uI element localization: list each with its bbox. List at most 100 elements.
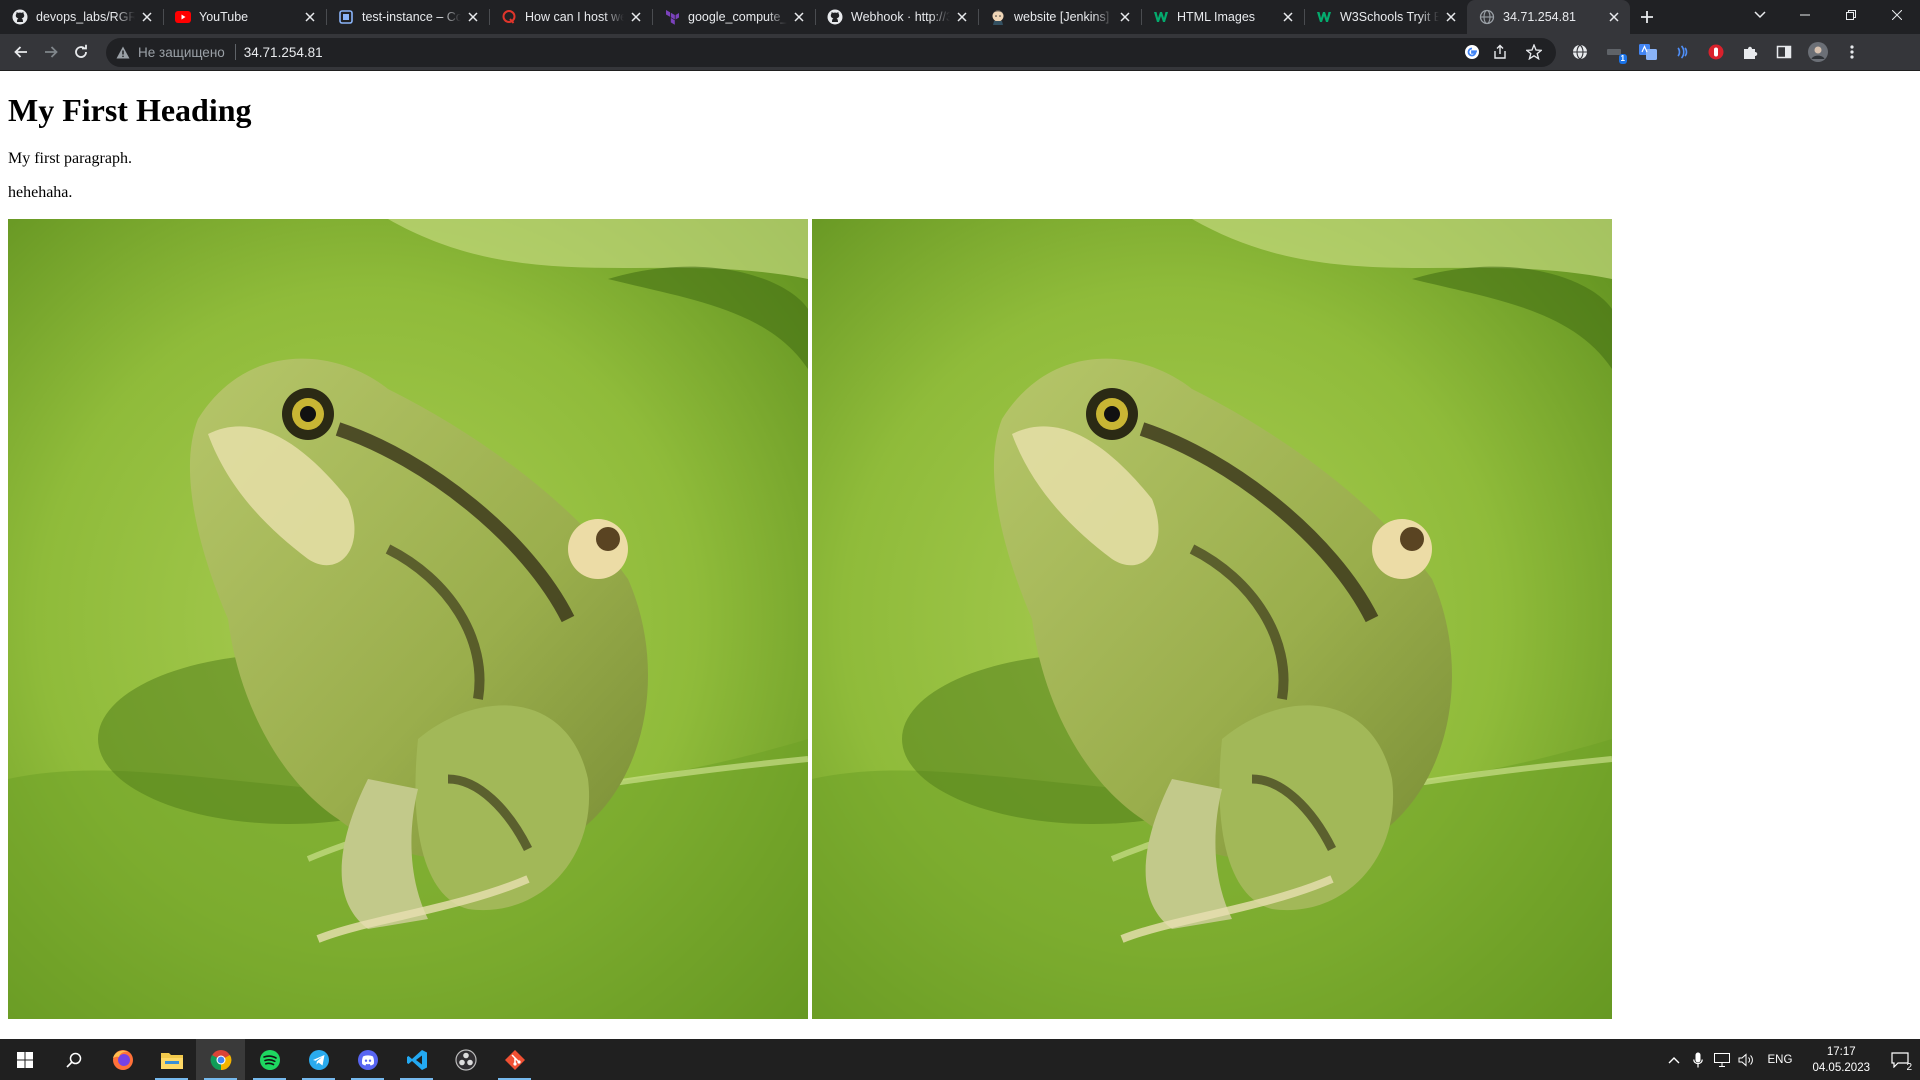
taskbar-vscode[interactable] [392, 1039, 441, 1080]
arrow-right-icon [45, 46, 58, 58]
close-icon[interactable] [1280, 9, 1296, 25]
close-icon[interactable] [1606, 9, 1622, 25]
extensions-menu-button[interactable] [1734, 37, 1766, 67]
telegram-icon [308, 1049, 329, 1070]
taskbar-chrome[interactable] [196, 1039, 245, 1080]
tab-devops-labs[interactable]: devops_labs/RGR at [0, 0, 163, 34]
tab-title: devops_labs/RGR at [36, 10, 135, 24]
start-button[interactable] [0, 1039, 49, 1080]
network-tray[interactable] [1710, 1039, 1734, 1080]
tab-youtube[interactable]: YouTube [163, 0, 326, 34]
close-icon[interactable] [1443, 9, 1459, 25]
taskbar-git-client[interactable] [490, 1039, 539, 1080]
arrow-left-icon [14, 46, 27, 58]
taskbar-firefox[interactable] [98, 1039, 147, 1080]
taskbar-file-explorer[interactable] [147, 1039, 196, 1080]
chevron-down-icon [1754, 11, 1766, 19]
tab-terraform[interactable]: google_compute_i [652, 0, 815, 34]
extension-with-badge[interactable]: 1 [1598, 37, 1630, 67]
profile-button[interactable] [1802, 37, 1834, 67]
browser-menu-button[interactable] [1836, 37, 1868, 67]
frog-image-left [8, 218, 808, 1019]
extensions-area: 1 [1564, 37, 1868, 67]
reload-button[interactable] [66, 37, 96, 67]
puzzle-icon [1744, 46, 1758, 59]
taskbar-obs[interactable] [441, 1039, 490, 1080]
page-heading: My First Heading [8, 92, 252, 128]
git-icon [504, 1049, 525, 1070]
tab-test-instance[interactable]: test-instance – Con [326, 0, 489, 34]
security-label: Не защищено [138, 44, 225, 60]
network-icon [1713, 1052, 1730, 1067]
tab-jenkins[interactable]: website [Jenkins] [978, 0, 1141, 34]
tab-active-ip[interactable]: 34.71.254.81 [1467, 0, 1630, 34]
reload-icon [75, 44, 87, 58]
vscode-icon [406, 1049, 427, 1070]
w3schools-icon [1153, 9, 1169, 25]
google-lens-icon[interactable] [1464, 44, 1480, 60]
github-icon [12, 9, 28, 25]
share-icon[interactable] [1486, 44, 1514, 60]
quora-icon [501, 9, 517, 25]
new-tab-button[interactable] [1630, 0, 1664, 34]
obs-icon [454, 1048, 477, 1071]
image-row [8, 218, 1912, 1019]
close-icon[interactable] [791, 9, 807, 25]
close-icon[interactable] [954, 9, 970, 25]
tab-search-button[interactable] [1743, 0, 1777, 30]
minimize-icon [1800, 14, 1810, 16]
microphone-icon [1692, 1052, 1703, 1067]
terraform-icon [664, 9, 680, 25]
search-icon [65, 1052, 81, 1068]
translate-extension[interactable] [1632, 37, 1664, 67]
taskbar-discord[interactable] [343, 1039, 392, 1080]
close-icon[interactable] [302, 9, 318, 25]
volume-tray[interactable] [1734, 1039, 1758, 1080]
extension-badge: 1 [1618, 54, 1627, 64]
more-vertical-icon [1850, 45, 1854, 59]
tab-w3schools-tryit[interactable]: W3Schools Tryit Ed [1304, 0, 1467, 34]
second-paragraph: hehehaha. [8, 184, 73, 202]
taskbar-spotify[interactable] [245, 1039, 294, 1080]
clock[interactable]: 17:17 04.05.2023 [1802, 1044, 1880, 1076]
notification-count: 2 [1906, 1062, 1912, 1073]
tab-title: website [Jenkins] [1014, 10, 1110, 24]
input-language[interactable]: ENG [1758, 1054, 1803, 1066]
close-window-button[interactable] [1874, 0, 1920, 30]
vpn-extension[interactable] [1564, 37, 1596, 67]
forward-button[interactable] [36, 37, 66, 67]
close-icon[interactable] [1117, 9, 1133, 25]
voice-extension[interactable] [1666, 37, 1698, 67]
gcp-compute-icon [338, 9, 354, 25]
close-icon[interactable] [139, 9, 155, 25]
microphone-tray[interactable] [1686, 1039, 1710, 1080]
side-panel-icon [1776, 45, 1792, 59]
bookmark-star-icon[interactable] [1520, 44, 1548, 60]
tab-html-images[interactable]: HTML Images [1141, 0, 1304, 34]
warning-triangle-icon [116, 46, 130, 58]
security-indicator[interactable]: Не защищено [116, 44, 236, 60]
globe-icon [1573, 44, 1587, 60]
taskbar-telegram[interactable] [294, 1039, 343, 1080]
hand-stop-icon [1708, 44, 1724, 60]
chrome-icon [210, 1049, 231, 1070]
close-icon[interactable] [465, 9, 481, 25]
back-button[interactable] [6, 37, 36, 67]
url-text[interactable]: 34.71.254.81 [244, 45, 323, 60]
tab-webhook[interactable]: Webhook · http://3 [815, 0, 978, 34]
side-panel-button[interactable] [1768, 37, 1800, 67]
tab-quora[interactable]: How can I host we [489, 0, 652, 34]
system-tray: ENG 17:17 04.05.2023 2 [1662, 1039, 1920, 1080]
restore-button[interactable] [1828, 0, 1874, 30]
notification-center-button[interactable]: 2 [1880, 1039, 1920, 1080]
address-bar[interactable]: Не защищено 34.71.254.81 [106, 37, 1556, 67]
minimize-button[interactable] [1782, 0, 1828, 30]
tray-overflow-button[interactable] [1662, 1039, 1686, 1080]
tab-strip: devops_labs/RGR at YouTube test-instance… [0, 0, 1920, 34]
adblock-extension[interactable] [1700, 37, 1732, 67]
close-icon[interactable] [628, 9, 644, 25]
taskbar-search[interactable] [49, 1039, 98, 1080]
plus-icon [1641, 11, 1653, 23]
tab-title: test-instance – Con [362, 10, 461, 24]
page-viewport: My First Heading My first paragraph. heh… [0, 71, 1920, 1039]
